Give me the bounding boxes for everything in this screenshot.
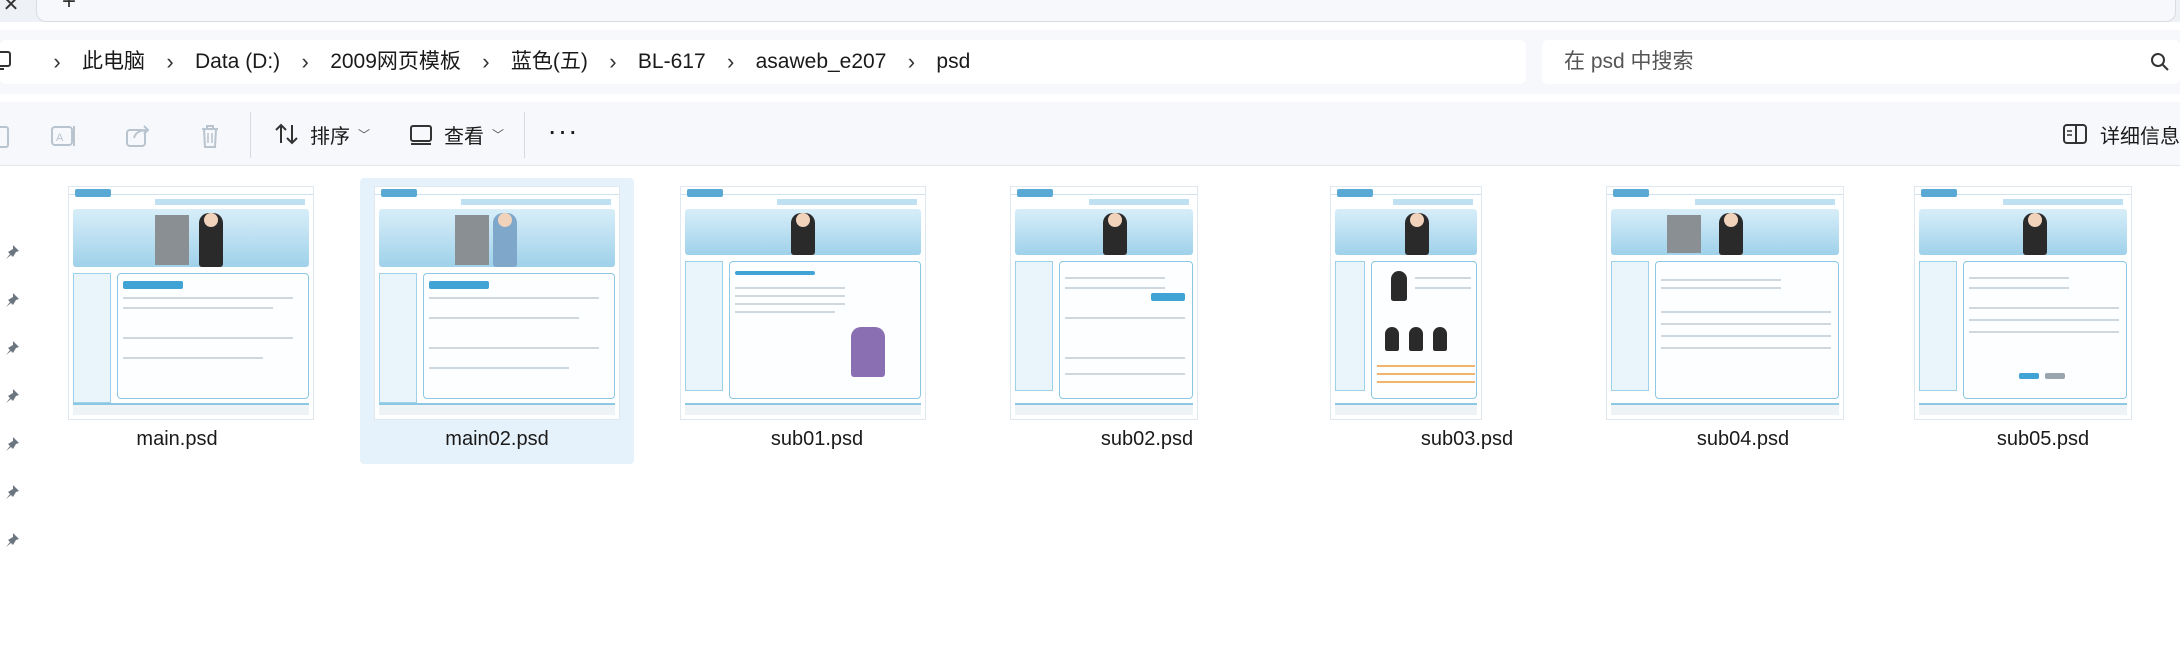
chevron-down-icon: ﹀ [492,127,505,142]
file-thumbnail [374,186,620,420]
chevron-right-icon[interactable]: › [284,40,326,84]
pin-icon[interactable] [4,531,22,549]
search-input[interactable] [1564,40,2124,84]
breadcrumb-item[interactable]: 蓝色(五) [507,40,592,84]
chevron-right-icon[interactable]: › [890,40,932,84]
computer-icon[interactable] [0,51,12,71]
more-options-button[interactable]: ··· [546,114,580,154]
details-label: 详细信息 [2100,125,2180,148]
view-button[interactable]: 查看 ﹀ [408,114,504,154]
file-item[interactable]: sub03.psd [1330,178,1604,464]
file-item[interactable]: main.psd [40,178,314,464]
file-item-selected[interactable]: main02.psd [360,178,634,464]
file-name: sub03.psd [1420,428,1514,450]
divider [524,112,525,158]
breadcrumb-item[interactable]: 2009网页模板 [326,40,465,84]
rename-icon[interactable]: A [50,122,78,150]
file-name: sub01.psd [770,428,864,450]
new-tab-icon[interactable]: + [62,0,76,14]
breadcrumb[interactable]: › 此电脑 › Data (D:) › 2009网页模板 › 蓝色(五) › B… [0,40,1526,84]
pin-icon[interactable] [4,339,22,357]
sort-icon [275,123,298,145]
paste-icon[interactable] [0,122,14,150]
view-icon [410,125,432,145]
file-name: sub04.psd [1696,428,1790,450]
chevron-right-icon[interactable]: › [149,40,191,84]
file-thumbnail [680,186,926,420]
sort-label: 排序 [310,125,350,148]
breadcrumb-items: › 此电脑 › Data (D:) › 2009网页模板 › 蓝色(五) › B… [36,40,974,84]
svg-text:A: A [56,132,64,144]
file-thumbnail [1330,186,1482,420]
file-item[interactable]: sub05.psd [1906,178,2180,464]
details-button[interactable]: 详细信息 [2062,114,2180,154]
pin-icon[interactable] [4,483,22,501]
chevron-right-icon[interactable]: › [465,40,507,84]
share-icon[interactable] [124,122,152,150]
pin-icon[interactable] [4,387,22,405]
chevron-down-icon: ﹀ [358,127,371,142]
breadcrumb-item[interactable]: asaweb_e207 [752,40,891,84]
active-tab[interactable] [36,0,2176,22]
file-thumbnail [1010,186,1198,420]
file-item[interactable]: sub01.psd [680,178,954,464]
breadcrumb-item[interactable]: 此电脑 [78,40,149,84]
view-label: 查看 [444,125,484,148]
tab-strip: ✕ + [0,0,2180,22]
file-thumbnail [1914,186,2132,420]
file-item[interactable]: sub02.psd [1010,178,1284,464]
search-icon[interactable] [2150,52,2170,72]
search-box[interactable] [1542,40,2180,84]
breadcrumb-item-current[interactable]: psd [932,40,974,84]
file-name: sub02.psd [1100,428,1194,450]
file-grid: main.psd main02.psd sub01.psd sub02.psd … [40,170,2180,470]
address-bar: › 此电脑 › Data (D:) › 2009网页模板 › 蓝色(五) › B… [0,30,2180,94]
file-name: main.psd [136,428,218,450]
pin-icon[interactable] [4,291,22,309]
sort-button[interactable]: 排序 ﹀ [274,114,370,154]
chevron-right-icon[interactable]: › [710,40,752,84]
file-name: sub05.psd [1996,428,2090,450]
navigation-pane [0,167,28,661]
breadcrumb-item[interactable]: BL-617 [634,40,710,84]
divider [250,112,251,158]
command-bar: A 排序 ﹀ 查看 ﹀ ··· 详细信息 [0,102,2180,166]
pin-icon[interactable] [4,435,22,453]
chevron-right-icon[interactable]: › [592,40,634,84]
details-pane-icon [2063,124,2087,144]
breadcrumb-item[interactable]: Data (D:) [191,40,284,84]
file-item[interactable]: sub04.psd [1606,178,1880,464]
file-thumbnail [1606,186,1844,420]
file-name: main02.psd [445,428,549,450]
close-icon[interactable]: ✕ [0,0,22,16]
pin-icon[interactable] [4,243,22,261]
delete-icon[interactable] [196,122,224,150]
file-thumbnail [68,186,314,420]
chevron-right-icon[interactable]: › [36,40,78,84]
